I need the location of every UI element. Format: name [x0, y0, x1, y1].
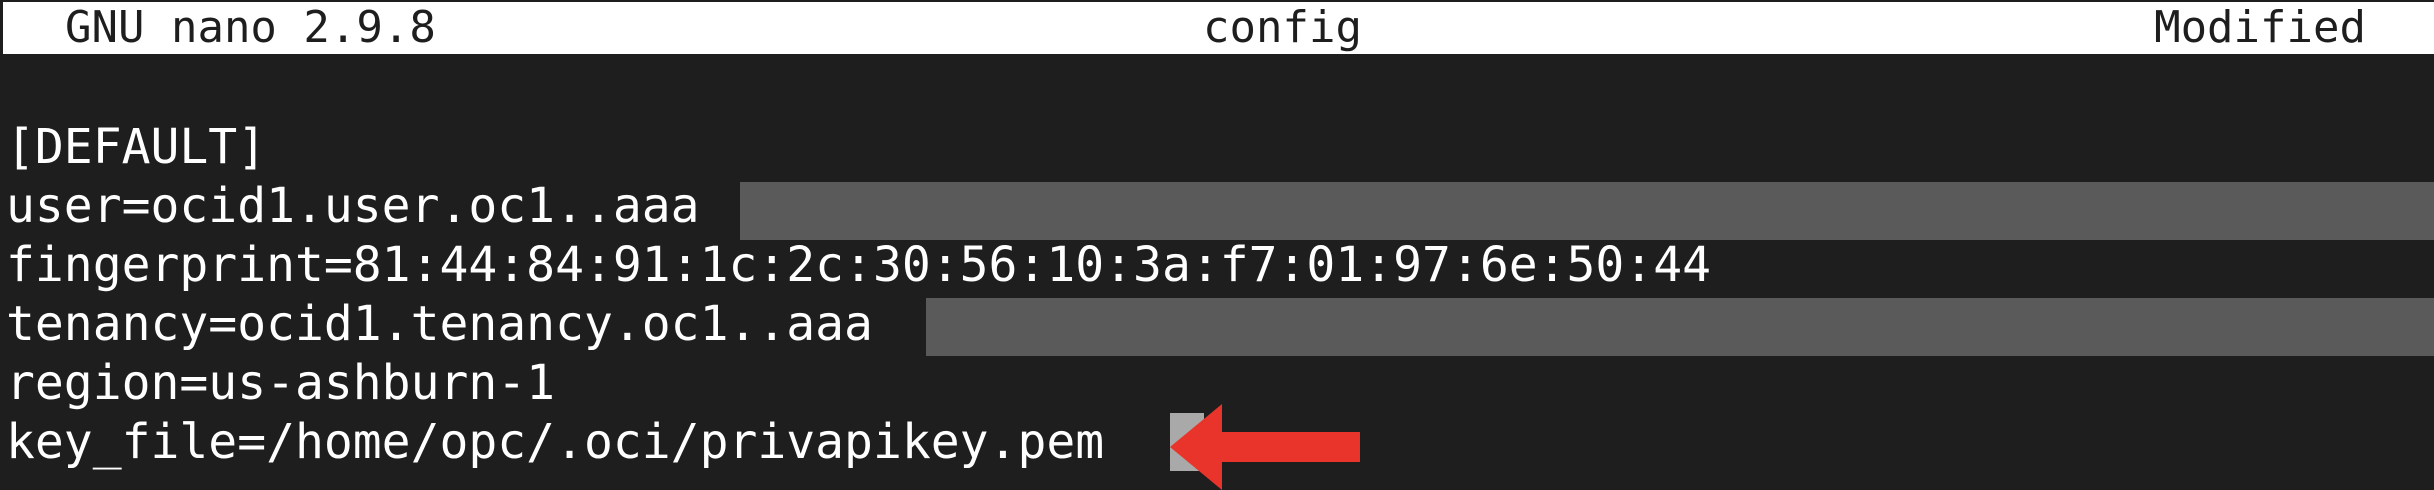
nano-title-bar: GNU nano 2.9.8 config Modified: [3, 2, 2434, 54]
modified-status-label: Modified: [2154, 2, 2366, 53]
red-arrow-left-icon: [1170, 404, 1360, 490]
editor-buffer[interactable]: [DEFAULT] user=ocid1.user.oc1..aaa finge…: [6, 118, 1711, 472]
buffer-line-user[interactable]: user=ocid1.user.oc1..aaa: [6, 177, 1711, 236]
buffer-line-section-header[interactable]: [DEFAULT]: [6, 118, 1711, 177]
buffer-line-tenancy[interactable]: tenancy=ocid1.tenancy.oc1..aaa: [6, 295, 1711, 354]
buffer-line-fingerprint[interactable]: fingerprint=81:44:84:91:1c:2c:30:56:10:3…: [6, 236, 1711, 295]
buffer-line-region[interactable]: region=us-ashburn-1: [6, 354, 1711, 413]
app-version-label: GNU nano 2.9.8: [65, 2, 436, 53]
filename-label: config: [1203, 2, 1362, 53]
buffer-line-key-file[interactable]: key_file=/home/opc/.oci/privapikey.pem: [6, 413, 1711, 472]
